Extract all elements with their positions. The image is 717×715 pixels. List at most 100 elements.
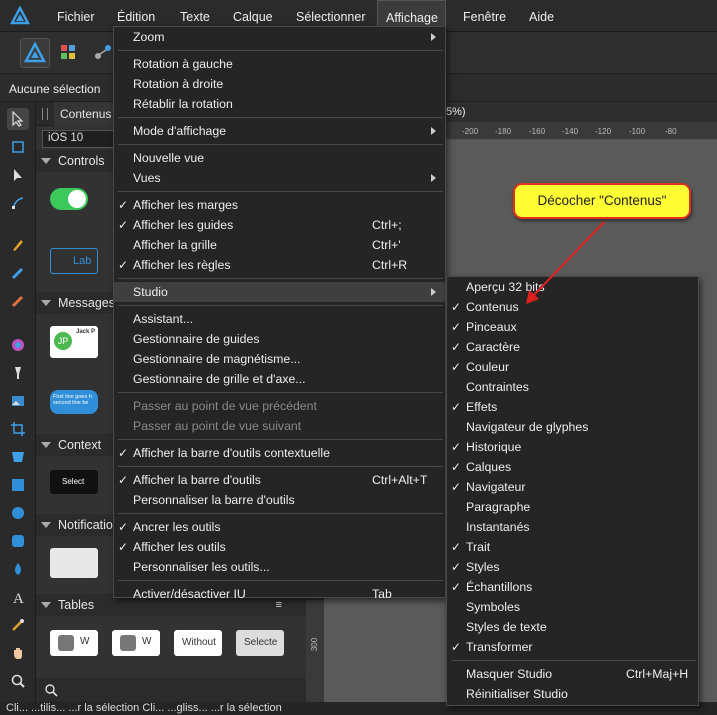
menu-item-transformer[interactable]: ✓ Transformer [447, 637, 698, 657]
menu-fenetre[interactable]: Fenêtre [455, 0, 514, 32]
menu-item-contraintes[interactable]: Contraintes [447, 377, 698, 397]
menu-item-shortcut: Ctrl+; [372, 218, 402, 232]
artboard-tool-icon[interactable] [7, 136, 29, 158]
menu-item-couleur[interactable]: ✓ Couleur [447, 357, 698, 377]
menu-item-mode-d-affichage[interactable]: Mode d'affichage [114, 121, 445, 141]
menu-item-gestionnaire-de-guides[interactable]: Gestionnaire de guides [114, 329, 445, 349]
menu-separator [118, 191, 443, 192]
category-dropdown[interactable]: iOS 10 [42, 130, 122, 148]
move-tool-icon[interactable] [7, 108, 29, 130]
designer-persona-icon[interactable] [20, 38, 50, 68]
section-label: Controls [58, 154, 105, 168]
point-transform-tool-icon[interactable] [7, 192, 29, 214]
vertical-ruler[interactable]: 300 [306, 600, 324, 702]
menu-item-trait[interactable]: ✓ Trait [447, 537, 698, 557]
hand-tool-icon[interactable] [7, 642, 29, 664]
menu-item-pinceaux[interactable]: ✓ Pinceaux [447, 317, 698, 337]
menu-item-gestionnaire-de-grille-et-d-axe[interactable]: Gestionnaire de grille et d'axe... [114, 369, 445, 389]
crop-tool-icon[interactable] [7, 418, 29, 440]
menu-item-rotation-a-gauche[interactable]: Rotation à gauche [114, 54, 445, 74]
fill-tool-icon[interactable] [7, 334, 29, 356]
menu-item-label: Styles de texte [466, 620, 547, 634]
vector-brush-tool-icon[interactable] [7, 290, 29, 312]
menu-item-assistant[interactable]: Assistant... [114, 309, 445, 329]
menu-item-retablir-la-rotation[interactable]: Rétablir la rotation [114, 94, 445, 114]
menu-item-afficher-les-regles[interactable]: ✓ Afficher les règles Ctrl+R [114, 255, 445, 275]
menu-item-zoom[interactable]: Zoom [114, 27, 445, 47]
menu-item-echantillons[interactable]: ✓ Échantillons [447, 577, 698, 597]
menu-aide[interactable]: Aide [521, 0, 562, 32]
menu-item-gestionnaire-de-magnetisme[interactable]: Gestionnaire de magnétisme... [114, 349, 445, 369]
menu-item-navigateur-de-glyphes[interactable]: Navigateur de glyphes [447, 417, 698, 437]
pencil-tool-icon[interactable] [7, 262, 29, 284]
text-tool-icon[interactable]: A [7, 586, 29, 608]
menu-item-label: Instantanés [466, 520, 530, 534]
menu-item-afficher-les-guides[interactable]: ✓ Afficher les guides Ctrl+; [114, 215, 445, 235]
collapse-icon [41, 602, 51, 608]
node-tool-icon[interactable] [7, 164, 29, 186]
menu-item-afficher-la-grille[interactable]: Afficher la grille Ctrl+' [114, 235, 445, 255]
menu-item-historique[interactable]: ✓ Historique [447, 437, 698, 457]
menu-item-vues[interactable]: Vues [114, 168, 445, 188]
context-menu-sample[interactable]: Select [50, 470, 98, 494]
menu-item-personnaliser-les-outils[interactable]: Personnaliser les outils... [114, 557, 445, 577]
menu-item-nouvelle-vue[interactable]: Nouvelle vue [114, 148, 445, 168]
color-picker-tool-icon[interactable] [7, 614, 29, 636]
affinity-logo-icon [10, 6, 30, 25]
bubble-sample[interactable]: First line goes h second line be [50, 390, 98, 414]
menu-item-contenus[interactable]: ✓ Contenus [447, 297, 698, 317]
checkmark-icon: ✓ [118, 520, 129, 534]
checkmark-icon: ✓ [451, 340, 462, 354]
toggle-switch-sample[interactable] [50, 188, 88, 210]
teardrop-tool-icon[interactable] [7, 558, 29, 580]
checkmark-icon: ✓ [451, 400, 462, 414]
notification-sample[interactable] [50, 548, 98, 578]
menu-item-personnaliser-la-barre-d-outils[interactable]: Personnaliser la barre d'outils [114, 490, 445, 510]
menu-item-activer-desactiver-iu[interactable]: Activer/désactiver IU Tab [114, 584, 445, 604]
message-sender: Jack P [76, 329, 96, 335]
menu-item-styles[interactable]: ✓ Styles [447, 557, 698, 577]
menu-fichier[interactable]: Fichier [49, 0, 103, 32]
menu-item-symboles[interactable]: Symboles [447, 597, 698, 617]
table-cell-sample[interactable]: Selecte [236, 630, 284, 656]
menu-item-label: Navigateur de glyphes [466, 420, 589, 434]
menu-item-masquer-studio[interactable]: Masquer Studio Ctrl+Maj+H [447, 664, 698, 684]
rounded-rectangle-tool-icon[interactable] [7, 530, 29, 552]
menu-item-paragraphe[interactable]: Paragraphe [447, 497, 698, 517]
pen-tool-icon[interactable] [7, 234, 29, 256]
vector-crop-tool-icon[interactable] [7, 446, 29, 468]
menu-item-reinitialiser-studio[interactable]: Réinitialiser Studio [447, 684, 698, 704]
menu-item-caractere[interactable]: ✓ Caractère [447, 337, 698, 357]
table-cell-sample[interactable]: Without [174, 630, 222, 656]
place-image-tool-icon[interactable] [7, 390, 29, 412]
ellipse-tool-icon[interactable] [7, 502, 29, 524]
menu-item-rotation-a-droite[interactable]: Rotation à droite [114, 74, 445, 94]
section-label: Notification [58, 518, 120, 532]
menu-item-label: Rotation à gauche [133, 57, 233, 71]
menu-item-ancrer-les-outils[interactable]: ✓ Ancrer les outils [114, 517, 445, 537]
table-cell-sample[interactable]: W [50, 630, 98, 656]
table-cell-sample[interactable]: W [112, 630, 160, 656]
menu-item-afficher-les-outils[interactable]: ✓ Afficher les outils [114, 537, 445, 557]
menu-item-afficher-la-barre-d-outils[interactable]: ✓ Afficher la barre d'outils Ctrl+Alt+T [114, 470, 445, 490]
menu-item-styles-de-texte[interactable]: Styles de texte [447, 617, 698, 637]
horizontal-ruler[interactable]: -200 -180 -160 -140 -120 -100 -80 [446, 122, 717, 140]
menu-item-calques[interactable]: ✓ Calques [447, 457, 698, 477]
transparency-tool-icon[interactable] [7, 362, 29, 384]
menu-item-navigateur[interactable]: ✓ Navigateur [447, 477, 698, 497]
grip-icon[interactable] [42, 108, 48, 120]
pixel-persona-icon[interactable] [54, 38, 84, 68]
menu-item-effets[interactable]: ✓ Effets [447, 397, 698, 417]
rectangle-tool-icon[interactable] [7, 474, 29, 496]
menu-item-afficher-la-barre-d-outils-contextuelle[interactable]: ✓ Afficher la barre d'outils contextuelle [114, 443, 445, 463]
menu-item-instantanes[interactable]: Instantanés [447, 517, 698, 537]
submenu-arrow-icon [431, 174, 436, 182]
zoom-tool-icon[interactable] [7, 670, 29, 692]
message-sample[interactable]: JP Jack P [50, 326, 98, 358]
button-sample[interactable]: Lab [50, 248, 98, 274]
menu-item-studio[interactable]: Studio [114, 282, 445, 302]
tab-contenus[interactable]: Contenus [54, 102, 118, 126]
search-bar[interactable] [36, 678, 308, 702]
menu-item-apercu-32-bits[interactable]: Aperçu 32 bits [447, 277, 698, 297]
menu-item-afficher-les-marges[interactable]: ✓ Afficher les marges [114, 195, 445, 215]
